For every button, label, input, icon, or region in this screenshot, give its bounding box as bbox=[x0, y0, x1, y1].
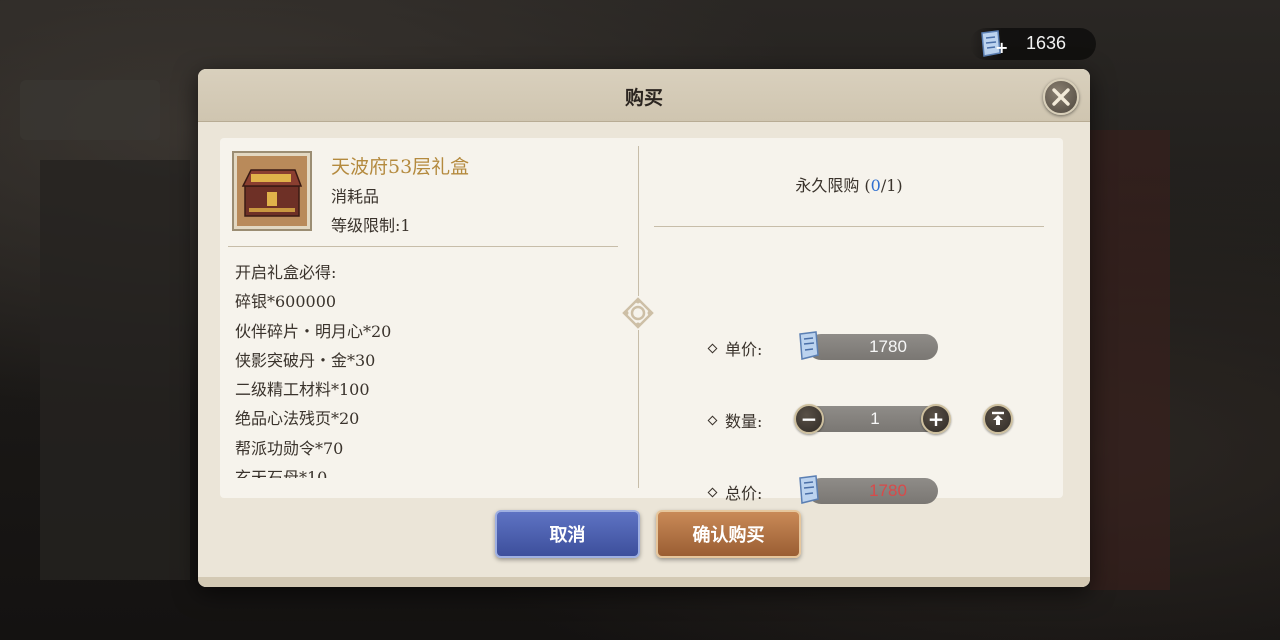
dialog-footer bbox=[198, 577, 1090, 587]
purchase-limit-max: 1 bbox=[886, 176, 897, 195]
max-quantity-button[interactable] bbox=[983, 404, 1013, 434]
list-item: 玄天石母*10 bbox=[235, 468, 328, 478]
unit-price-label-text: 单价: bbox=[725, 340, 763, 359]
purchase-limit: 永久限购 (0/1) bbox=[795, 176, 903, 195]
unit-price-label: 单价: bbox=[707, 336, 763, 360]
confirm-purchase-button[interactable]: 确认购买 bbox=[656, 510, 801, 558]
diamond-icon bbox=[707, 343, 718, 353]
purchase-limit-label: 永久限购 bbox=[795, 176, 860, 195]
divider bbox=[228, 246, 618, 247]
total-price-label-text: 总价: bbox=[725, 484, 763, 503]
background-art bbox=[1090, 130, 1170, 590]
background-sidebar bbox=[40, 160, 190, 580]
unit-price-field: 1780 bbox=[808, 334, 938, 360]
decrease-button[interactable]: − bbox=[794, 404, 824, 434]
currency-display[interactable]: + 1636 bbox=[970, 28, 1096, 60]
dialog-header: 购买 bbox=[198, 69, 1090, 122]
close-icon bbox=[1052, 88, 1070, 106]
contents-list[interactable]: 开启礼盒必得: 碎银*600000 伙伴碎片・明月心*20 侠影突破丹・金*30… bbox=[235, 258, 625, 478]
plus-icon: + bbox=[927, 407, 945, 431]
arrow-up-max-icon bbox=[992, 411, 1004, 425]
diamond-icon bbox=[707, 487, 718, 497]
purchase-limit-current: 0 bbox=[870, 176, 881, 195]
contents-heading: 开启礼盒必得: bbox=[235, 263, 337, 282]
list-item: 侠影突破丹・金*30 bbox=[235, 350, 376, 370]
list-item: 帮派功勋令*70 bbox=[235, 438, 344, 458]
ornament-icon bbox=[621, 296, 655, 330]
total-price-label: 总价: bbox=[707, 480, 763, 504]
list-item: 碎银*600000 bbox=[235, 292, 337, 312]
list-item: 伙伴碎片・明月心*20 bbox=[235, 321, 392, 341]
divider bbox=[654, 226, 1044, 227]
quantity-label-text: 数量: bbox=[725, 412, 763, 431]
minus-icon: − bbox=[800, 407, 818, 431]
content-panel: 天波府53层礼盒 消耗品 等级限制:1 开启礼盒必得: 碎银*600000 伙伴… bbox=[220, 138, 1063, 504]
background-panel bbox=[20, 80, 160, 140]
dialog-title: 购买 bbox=[624, 87, 663, 109]
gift-box-icon bbox=[237, 156, 307, 226]
item-level-limit: 等级限制:1 bbox=[331, 216, 411, 235]
list-item: 二级精工材料*100 bbox=[235, 380, 370, 400]
plus-icon[interactable]: + bbox=[995, 38, 1008, 57]
close-button[interactable] bbox=[1043, 79, 1079, 115]
purchase-dialog: 购买 天波府53层礼盒 消耗品 等级限制:1 开启礼盒必得: 碎银*600000 bbox=[198, 69, 1090, 587]
item-icon-frame[interactable] bbox=[232, 151, 312, 231]
increase-button[interactable]: + bbox=[921, 404, 951, 434]
item-type: 消耗品 bbox=[331, 187, 380, 206]
quantity-label: 数量: bbox=[707, 408, 763, 432]
cancel-button[interactable]: 取消 bbox=[495, 510, 640, 558]
unit-price-value: 1780 bbox=[869, 337, 907, 356]
ticket-icon bbox=[799, 331, 819, 360]
total-price-field: 1780 bbox=[808, 478, 938, 504]
list-item: 绝品心法残页*20 bbox=[235, 409, 360, 429]
ticket-icon bbox=[799, 475, 819, 504]
diamond-icon bbox=[707, 415, 718, 425]
currency-amount: 1636 bbox=[1026, 33, 1067, 53]
total-price-value: 1780 bbox=[869, 481, 907, 500]
item-name: 天波府53层礼盒 bbox=[331, 156, 470, 178]
